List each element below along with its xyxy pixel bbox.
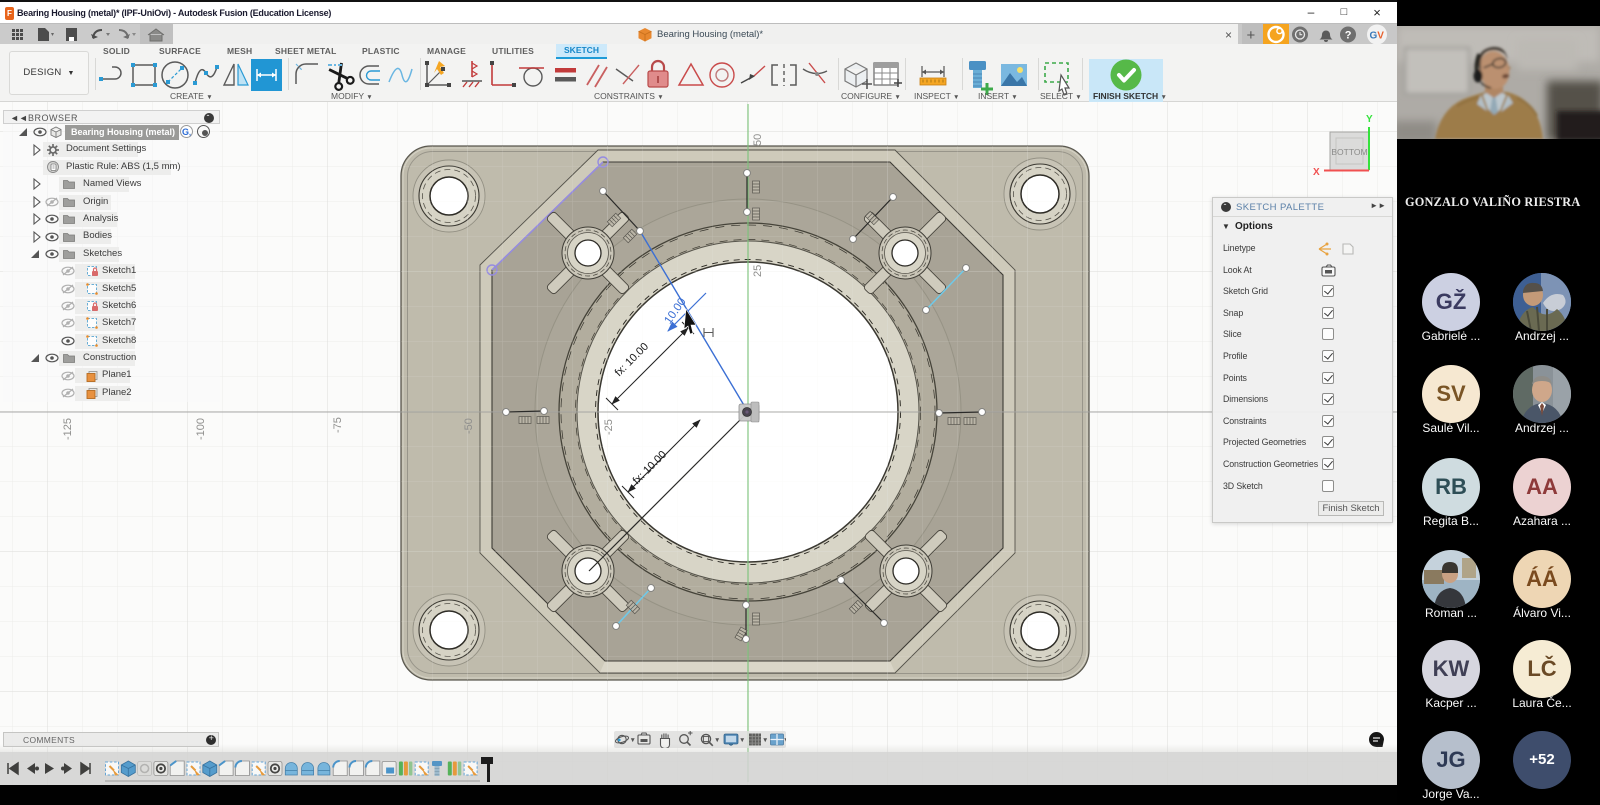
svg-text:GV: GV — [1370, 31, 1385, 42]
svg-text:×: × — [1225, 28, 1232, 42]
svg-text:50: 50 — [752, 134, 764, 146]
svg-text:Y: Y — [1366, 114, 1373, 125]
svg-text:BOTTOM: BOTTOM — [1331, 147, 1367, 157]
svg-text:▼: ▼ — [783, 737, 786, 744]
svg-text:-75: -75 — [332, 417, 344, 433]
svg-text:X: X — [1313, 167, 1320, 178]
svg-text:?: ? — [1345, 30, 1352, 42]
svg-text:-50: -50 — [463, 418, 475, 434]
svg-text:▼: ▼ — [630, 737, 636, 744]
svg-text:▼: ▼ — [739, 737, 745, 744]
svg-text:▼: ▼ — [762, 737, 768, 744]
svg-text:25: 25 — [752, 265, 764, 277]
svg-text:-100: -100 — [195, 418, 207, 440]
svg-text:+: + — [1247, 27, 1256, 44]
svg-text:▼: ▼ — [714, 737, 720, 744]
svg-text:-25: -25 — [603, 419, 615, 435]
svg-text:-125: -125 — [62, 418, 74, 440]
